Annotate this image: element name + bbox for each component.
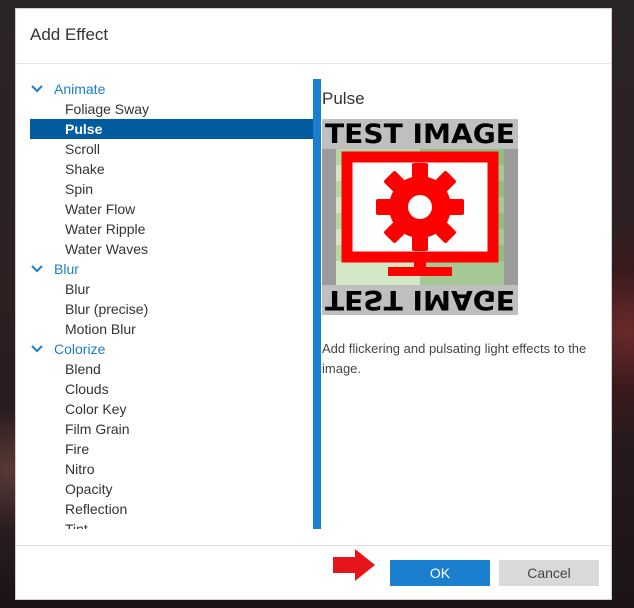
tree-item[interactable]: Foliage Sway [30, 99, 313, 119]
tree-item[interactable]: Blur [30, 279, 313, 299]
tree-item-label: Foliage Sway [65, 101, 150, 117]
effects-tree[interactable]: Animate Foliage Sway Pulse Scroll Shake Spin W… [30, 79, 321, 529]
dialog-title-bar: Add Effect [16, 9, 611, 64]
dialog-title: Add Effect [30, 25, 109, 44]
tree-item-label: Water Ripple [65, 221, 146, 237]
preview-caption-bottom: TEST IMAGE [325, 284, 515, 315]
chevron-down-icon[interactable] [30, 339, 44, 359]
tree-item-label: Water Waves [65, 241, 148, 257]
ok-button[interactable]: OK [390, 560, 490, 586]
tree-item[interactable]: Reflection [30, 499, 313, 519]
tree-item-label: Color Key [65, 401, 127, 417]
effect-title: Pulse [322, 89, 365, 108]
tree-category[interactable]: Blur [30, 259, 313, 279]
tree-item[interactable]: Nitro [30, 459, 313, 479]
tree-item[interactable]: Blend [30, 359, 313, 379]
tree-item[interactable]: Shake [30, 159, 313, 179]
tree-item-label: Opacity [65, 481, 113, 497]
tree-item-label: Blur [54, 261, 79, 277]
tree-item[interactable]: Film Grain [30, 419, 313, 439]
tree-item[interactable]: Fire [30, 439, 313, 459]
tree-item-label: Tint [65, 521, 88, 529]
effect-preview-image: TEST IMAGE TEST IMAGE [322, 119, 518, 315]
tree-item-label: Nitro [65, 461, 95, 477]
tree-item-label: Film Grain [65, 421, 130, 437]
tree-item-label: Animate [54, 81, 106, 97]
tree-item-label: Blend [65, 361, 101, 377]
dialog-footer: OK Cancel [16, 545, 611, 600]
preview-caption-top: TEST IMAGE [325, 119, 515, 150]
tree-item[interactable]: Spin [30, 179, 313, 199]
tree-item[interactable]: Water Ripple [30, 219, 313, 239]
tree-category[interactable]: Animate [30, 79, 313, 99]
tree-item-label: Spin [65, 181, 94, 197]
tree-item-label: Water Flow [65, 201, 136, 217]
tree-item-label: Pulse [65, 121, 103, 137]
tree-item-label: Reflection [65, 501, 128, 517]
tree-item[interactable]: Motion Blur [30, 319, 313, 339]
chevron-down-icon[interactable] [30, 79, 44, 99]
tree-item[interactable]: Pulse [30, 119, 313, 139]
chevron-down-icon[interactable] [30, 259, 44, 279]
tree-item[interactable]: Clouds [30, 379, 313, 399]
tree-item-label: Fire [65, 441, 90, 457]
tree-item[interactable]: Color Key [30, 399, 313, 419]
tree-category[interactable]: Colorize [30, 339, 313, 359]
tree-item[interactable]: Water Flow [30, 199, 313, 219]
tree-item-label: Motion Blur [65, 321, 136, 337]
gear-icon [376, 163, 464, 251]
red-arrow-icon [333, 549, 375, 581]
tree-item-label: Colorize [54, 341, 106, 357]
tree-item-label: Blur (precise) [65, 301, 149, 317]
tree-item[interactable]: Scroll [30, 139, 313, 159]
tree-item-label: Blur [65, 281, 90, 297]
effect-description: Add flickering and pulsating light effec… [322, 341, 587, 376]
cancel-button[interactable]: Cancel [499, 560, 599, 586]
tree-item[interactable]: Tint [30, 519, 313, 529]
tree-item-label: Scroll [65, 141, 101, 157]
tree-item-label: Clouds [65, 381, 109, 397]
add-effect-dialog: Add Effect Animate Foliage Sway Pulse Scrol… [15, 8, 612, 600]
tree-item[interactable]: Water Waves [30, 239, 313, 259]
tree-item-label: Shake [65, 161, 105, 177]
tree-item[interactable]: Opacity [30, 479, 313, 499]
tree-item[interactable]: Blur (precise) [30, 299, 313, 319]
